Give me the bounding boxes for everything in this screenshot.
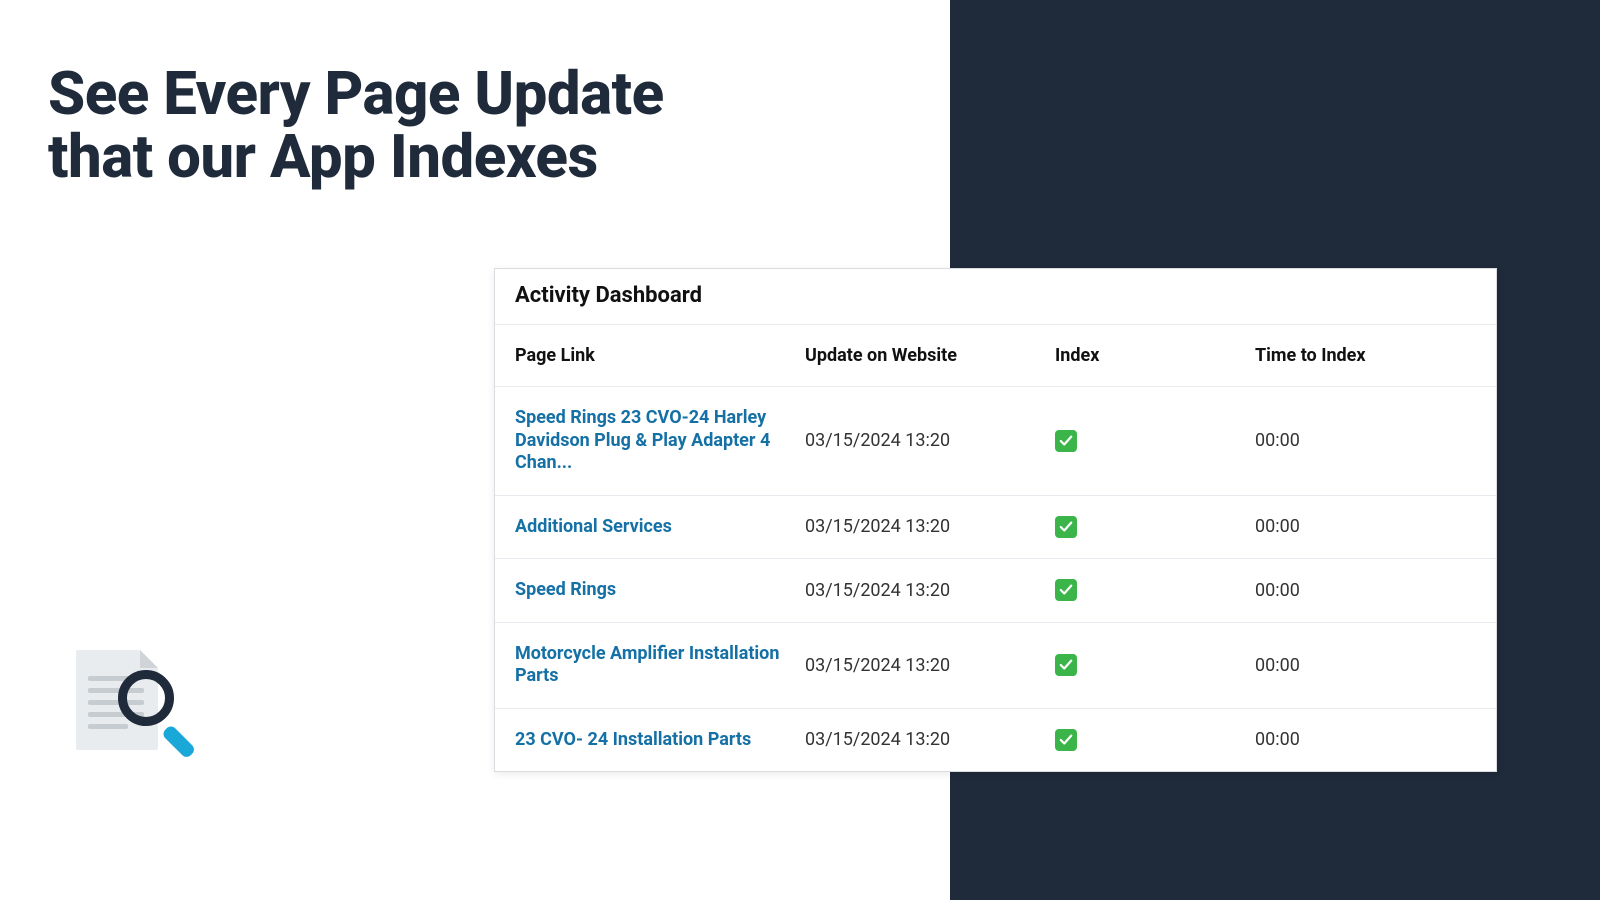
update-cell: 03/15/2024 13:20: [805, 655, 1055, 676]
document-search-icon: [76, 650, 196, 770]
headline-line-2: that our App Indexes: [48, 121, 598, 192]
update-cell: 03/15/2024 13:20: [805, 580, 1055, 601]
indexed-check-icon: [1055, 654, 1077, 676]
headline-line-1: See Every Page Update: [48, 58, 664, 129]
magnifier-icon: [118, 670, 174, 726]
col-header-time: Time to Index: [1255, 345, 1476, 366]
table-row: Additional Services 03/15/2024 13:20 00:…: [495, 496, 1496, 560]
page-link[interactable]: Speed Rings 23 CVO-24 Harley Davidson Pl…: [515, 407, 770, 473]
update-cell: 03/15/2024 13:20: [805, 729, 1055, 750]
indexed-check-icon: [1055, 729, 1077, 751]
page-link[interactable]: Motorcycle Amplifier Installation Parts: [515, 643, 779, 687]
time-cell: 00:00: [1255, 655, 1476, 676]
col-header-update: Update on Website: [805, 345, 1055, 366]
table-row: Speed Rings 03/15/2024 13:20 00:00: [495, 559, 1496, 623]
update-cell: 03/15/2024 13:20: [805, 516, 1055, 537]
activity-dashboard-card: Activity Dashboard Page Link Update on W…: [494, 268, 1497, 772]
col-header-index: Index: [1055, 345, 1255, 366]
table-row: Motorcycle Amplifier Installation Parts …: [495, 623, 1496, 709]
page-link[interactable]: Speed Rings: [515, 579, 616, 600]
time-cell: 00:00: [1255, 580, 1476, 601]
magnifier-handle: [161, 724, 196, 759]
time-cell: 00:00: [1255, 516, 1476, 537]
time-cell: 00:00: [1255, 430, 1476, 451]
indexed-check-icon: [1055, 579, 1077, 601]
page-headline: See Every Page Update that our App Index…: [48, 62, 664, 188]
update-cell: 03/15/2024 13:20: [805, 430, 1055, 451]
time-cell: 00:00: [1255, 729, 1476, 750]
table-row: Speed Rings 23 CVO-24 Harley Davidson Pl…: [495, 387, 1496, 496]
dashboard-table-header: Page Link Update on Website Index Time t…: [495, 325, 1496, 387]
page-link[interactable]: Additional Services: [515, 516, 672, 537]
page-link[interactable]: 23 CVO- 24 Installation Parts: [515, 729, 751, 750]
indexed-check-icon: [1055, 430, 1077, 452]
col-header-page: Page Link: [515, 345, 805, 366]
table-row: 23 CVO- 24 Installation Parts 03/15/2024…: [495, 709, 1496, 772]
dashboard-title: Activity Dashboard: [495, 269, 1496, 325]
indexed-check-icon: [1055, 516, 1077, 538]
